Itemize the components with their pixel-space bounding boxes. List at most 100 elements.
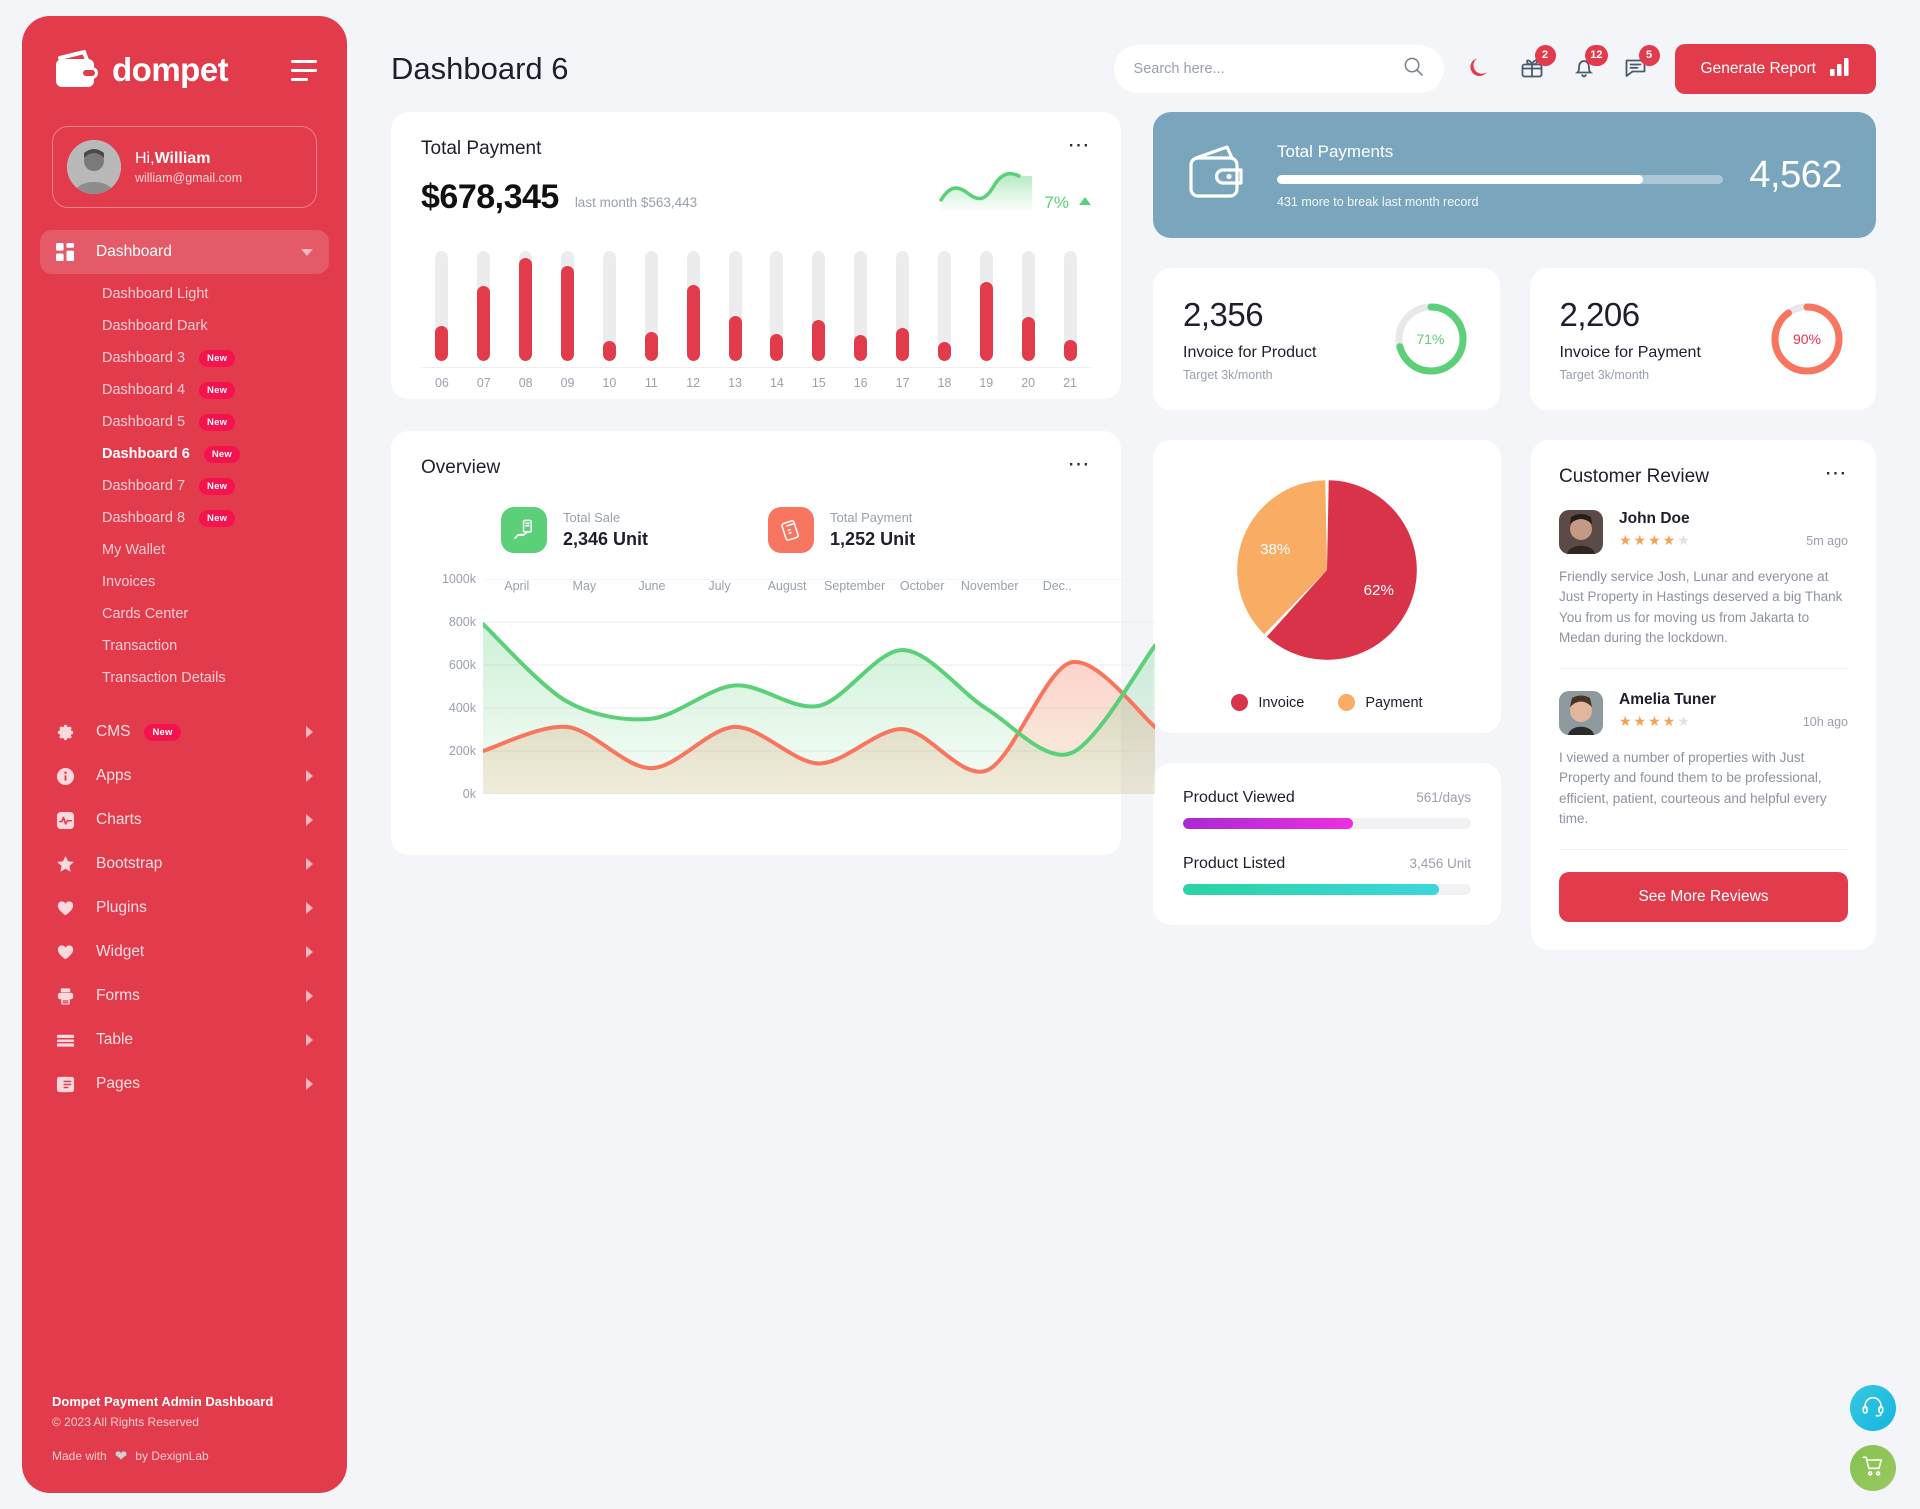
sidebar-subitem-dashboard-7[interactable]: Dashboard 7 New bbox=[40, 470, 329, 502]
ellipsis-icon[interactable]: ⋯ bbox=[1068, 133, 1092, 155]
progress-fill bbox=[1183, 818, 1353, 829]
gift-button[interactable]: 2 bbox=[1519, 44, 1556, 85]
sidebar-item-plugins[interactable]: Plugins bbox=[40, 886, 329, 930]
sidebar-subitem-my-wallet[interactable]: My Wallet bbox=[40, 534, 329, 566]
bar-track bbox=[602, 251, 616, 361]
ellipsis-icon[interactable]: ⋯ bbox=[1825, 461, 1849, 483]
bar-fill bbox=[1063, 340, 1077, 361]
bar-x-label: 07 bbox=[476, 376, 491, 390]
chevron-right-icon bbox=[306, 1034, 313, 1046]
stat-label: Total Payment bbox=[830, 510, 913, 525]
chevron-right-icon bbox=[306, 858, 313, 870]
sidebar-subitem-cards-center[interactable]: Cards Center bbox=[40, 598, 329, 630]
chevron-down-icon bbox=[301, 248, 313, 256]
sidebar-nav: Dashboard Dashboard Light Dashboard Dark… bbox=[22, 230, 347, 1394]
area-y-axis: 0k 200k 400k 600k 800k 1000k bbox=[421, 572, 476, 801]
sidebar-subitem-transaction-details[interactable]: Transaction Details bbox=[40, 662, 329, 694]
bar-x-label: 08 bbox=[518, 376, 533, 390]
subitem-label: Dashboard 3 bbox=[102, 350, 186, 366]
pie-chart: 62% 38% bbox=[1237, 480, 1417, 660]
sidebar-item-widget[interactable]: Widget bbox=[40, 930, 329, 974]
profile-greeting: Hi,William bbox=[135, 150, 242, 168]
sidebar-item-apps[interactable]: Apps bbox=[40, 754, 329, 798]
avatar bbox=[1559, 510, 1603, 554]
sidebar-item-label: Bootstrap bbox=[96, 855, 163, 872]
invoice-target: Target 3k/month bbox=[1559, 368, 1650, 382]
sidebar-item-charts[interactable]: Charts bbox=[40, 798, 329, 842]
sidebar-subitem-transaction[interactable]: Transaction bbox=[40, 630, 329, 662]
heart-icon bbox=[56, 943, 82, 962]
sidebar-item-label: Apps bbox=[96, 767, 132, 784]
review-item: Amelia Tuner ★★★★★ 10h ago I viewed a nu… bbox=[1559, 691, 1848, 850]
subitem-label: Dashboard 6 bbox=[102, 446, 190, 462]
notifications-button[interactable]: 12 bbox=[1571, 44, 1608, 85]
messages-button[interactable]: 5 bbox=[1623, 44, 1660, 85]
footer-credit: Made with ❤ by DexignLab bbox=[52, 1447, 317, 1465]
sidebar-item-cms[interactable]: CMS New bbox=[40, 710, 329, 754]
overview-stats: Total Sale 2,346 Unit Total Payment 1,25… bbox=[421, 507, 1091, 553]
theme-toggle-button[interactable] bbox=[1469, 55, 1493, 83]
review-text: I viewed a number of properties with Jus… bbox=[1559, 750, 1827, 826]
trend-percent: 7% bbox=[1044, 193, 1069, 212]
subitem-label: Dashboard 4 bbox=[102, 382, 186, 398]
bar-fill bbox=[770, 333, 784, 361]
review-text: Friendly service Josh, Lunar and everyon… bbox=[1559, 569, 1843, 645]
bar-column bbox=[463, 241, 505, 361]
support-button[interactable] bbox=[1850, 1385, 1896, 1431]
topbar-actions: 2 12 bbox=[1113, 44, 1876, 94]
main-content: Dashboard 6 Search here... 2 12 5 Genera… bbox=[347, 0, 1920, 1509]
area-y-tick: 400k bbox=[448, 701, 476, 715]
search-icon[interactable] bbox=[1403, 56, 1424, 82]
gift-badge: 2 bbox=[1534, 44, 1556, 66]
subitem-label: Dashboard Dark bbox=[102, 318, 208, 334]
banner-title: Total Payments bbox=[1277, 141, 1394, 161]
sidebar-item-forms[interactable]: Forms bbox=[40, 974, 329, 1018]
chevron-right-icon bbox=[306, 726, 313, 738]
ellipsis-icon[interactable]: ⋯ bbox=[1068, 452, 1092, 474]
banner-progress-fill bbox=[1277, 174, 1644, 184]
sidebar-subitem-dashboard-light[interactable]: Dashboard Light bbox=[40, 278, 329, 310]
bar-fill bbox=[1021, 317, 1035, 361]
sidebar-subitem-dashboard-4[interactable]: Dashboard 4 New bbox=[40, 374, 329, 406]
new-badge: New bbox=[199, 477, 236, 495]
sidebar-item-table[interactable]: Table bbox=[40, 1018, 329, 1062]
sidebar-subitem-invoices[interactable]: Invoices bbox=[40, 566, 329, 598]
subitem-label: Transaction Details bbox=[102, 670, 226, 686]
search-box[interactable] bbox=[1113, 45, 1444, 93]
generate-report-button[interactable]: Generate Report bbox=[1674, 44, 1876, 94]
stat-value: 2,346 Unit bbox=[563, 529, 649, 549]
brand-name: dompet bbox=[112, 51, 229, 88]
subitem-label: Dashboard 7 bbox=[102, 478, 186, 494]
hamburger-icon[interactable] bbox=[291, 59, 317, 81]
see-more-reviews-button[interactable]: See More Reviews bbox=[1559, 872, 1848, 922]
hand-money-icon bbox=[501, 507, 547, 553]
bar-fill bbox=[435, 325, 449, 361]
sidebar-subitem-dashboard-8[interactable]: Dashboard 8 New bbox=[40, 502, 329, 534]
sidebar-subitem-dashboard-dark[interactable]: Dashboard Dark bbox=[40, 310, 329, 342]
bar-track bbox=[896, 251, 910, 361]
heart-icon: ❤ bbox=[114, 1448, 128, 1465]
footer-title: Dompet Payment Admin Dashboard bbox=[52, 1394, 274, 1409]
bar-axis-labels: 06 07 08 09 10 11 12 13 14 15 16 17 18 19 20 21 bbox=[421, 367, 1091, 390]
invoice-value: 2,356 bbox=[1183, 296, 1264, 333]
search-input[interactable] bbox=[1133, 61, 1403, 77]
progress-track bbox=[1183, 884, 1471, 895]
progress-label: Product Listed bbox=[1183, 855, 1286, 872]
sidebar-item-dashboard[interactable]: Dashboard bbox=[40, 230, 329, 274]
cart-button[interactable] bbox=[1850, 1445, 1896, 1491]
left-column: Total Payment ⋯ $678,345 last month $563… bbox=[391, 112, 1155, 950]
sidebar-subitem-dashboard-5[interactable]: Dashboard 5 New bbox=[40, 406, 329, 438]
total-payment-bar-chart: 06 07 08 09 10 11 12 13 14 15 16 17 18 19 20 21 bbox=[421, 241, 1091, 390]
user-profile[interactable]: Hi,William william@gmail.com bbox=[52, 126, 317, 208]
sidebar-subitem-dashboard-6[interactable]: Dashboard 6 New bbox=[40, 438, 329, 470]
card-terminal-icon bbox=[768, 507, 815, 553]
product-progress-card: Product Viewed 561/days Product Listed 3… bbox=[1153, 763, 1501, 925]
bar-fill bbox=[979, 281, 993, 361]
new-badge: New bbox=[199, 349, 236, 367]
sidebar-item-bootstrap[interactable]: Bootstrap bbox=[40, 842, 329, 886]
pie-slice-label: 38% bbox=[1260, 541, 1290, 558]
invoice-value: 2,206 bbox=[1559, 296, 1641, 333]
area-chart-svg bbox=[483, 579, 1155, 794]
sidebar-item-pages[interactable]: Pages bbox=[40, 1062, 329, 1106]
sidebar-subitem-dashboard-3[interactable]: Dashboard 3 New bbox=[40, 342, 329, 374]
